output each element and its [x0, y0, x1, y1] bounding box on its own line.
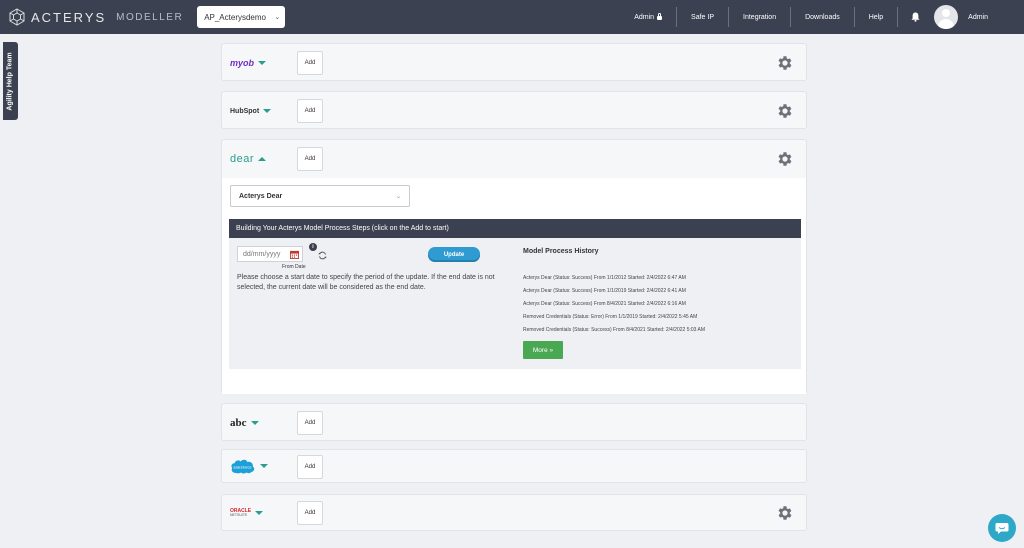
- gear-icon[interactable]: [776, 504, 794, 522]
- connector-toggle-abc[interactable]: abc: [230, 415, 259, 431]
- connector-card-hubspot: HubSpot Add: [221, 91, 807, 129]
- gear-icon[interactable]: [776, 54, 794, 72]
- user-name[interactable]: Admin: [968, 14, 988, 21]
- info-icon[interactable]: i: [309, 243, 317, 251]
- add-button-dear[interactable]: Add: [297, 147, 323, 171]
- add-button-myob[interactable]: Add: [297, 51, 323, 75]
- update-description: Please choose a start date to specify th…: [237, 274, 495, 291]
- nav-right: Admin Safe IP Integration Downloads Help…: [620, 0, 1024, 34]
- history-item: Removed Credentials (Status: Success) Fr…: [523, 327, 706, 333]
- dear-logo: dear: [230, 153, 255, 165]
- history-list: Acterys Dear (Status: Success) From 1/1/…: [523, 272, 795, 337]
- process-steps-panel: dd/mm/yyyy i From Date Update Please cho…: [229, 238, 801, 369]
- add-button-abc[interactable]: Add: [297, 411, 323, 435]
- connector-card-salesforce: salesforce Add: [221, 449, 807, 483]
- history-title: Model Process History: [523, 248, 599, 255]
- hubspot-logo: HubSpot: [230, 107, 260, 115]
- acterys-logo[interactable]: ACTERYS: [8, 8, 106, 26]
- caret-down-icon: [260, 464, 268, 468]
- history-item: Acterys Dear (Status: Success) From 1/1/…: [523, 288, 686, 294]
- top-navigation-bar: ACTERYS MODELLER AP_Acterysdemo ⌄ Admin …: [0, 0, 1024, 34]
- nav-help[interactable]: Help: [855, 7, 899, 27]
- netsuite-logo-text: NETSUITE: [230, 512, 248, 517]
- connector-toggle-hubspot[interactable]: HubSpot: [230, 103, 272, 119]
- nav-safe-ip-label: Safe IP: [691, 13, 715, 21]
- salesforce-logo-text: salesforce: [233, 465, 252, 470]
- caret-down-icon: [255, 511, 264, 515]
- connector-toggle-dear[interactable]: dear: [230, 151, 267, 167]
- chat-widget-button[interactable]: [988, 514, 1016, 542]
- help-team-label: Agility Help Team: [7, 51, 14, 111]
- chevron-down-icon: ⌄: [274, 14, 281, 21]
- chevron-down-icon: ⌄: [395, 193, 401, 200]
- account-select-value: Acterys Dear: [239, 192, 283, 200]
- notifications-bell-icon[interactable]: [906, 7, 924, 27]
- brand-name: ACTERYS: [31, 9, 107, 25]
- history-item: Removed Credentials (Status: Error) From…: [523, 314, 698, 320]
- history-item: Acterys Dear (Status: Success) From 1/1/…: [523, 275, 686, 281]
- process-steps-header: Building Your Acterys Model Process Step…: [229, 219, 801, 238]
- add-button-netsuite[interactable]: Add: [297, 501, 323, 525]
- connector-card-netsuite: ORACLE NETSUITE Add: [221, 494, 807, 531]
- nav-integration-label: Integration: [743, 13, 777, 21]
- caret-up-icon: [258, 157, 267, 161]
- refresh-icon[interactable]: [318, 251, 327, 260]
- nav-safe-ip[interactable]: Safe IP: [677, 7, 730, 27]
- myob-logo: myob: [230, 58, 255, 68]
- gear-icon[interactable]: [776, 150, 794, 168]
- from-date-label: From Date: [282, 264, 306, 270]
- nav-admin[interactable]: Admin: [620, 7, 678, 27]
- connector-toggle-netsuite[interactable]: ORACLE NETSUITE: [230, 505, 264, 521]
- connector-card-dear: dear Add Acterys Dear ⌄ Building Your Ac…: [221, 139, 807, 394]
- model-select[interactable]: AP_Acterysdemo ⌄: [197, 6, 286, 28]
- nav-downloads[interactable]: Downloads: [791, 7, 855, 27]
- caret-down-icon: [258, 61, 267, 65]
- help-team-tab[interactable]: Agility Help Team: [3, 42, 18, 120]
- calendar-icon[interactable]: [290, 250, 299, 259]
- caret-down-icon: [250, 421, 259, 425]
- nav-integration[interactable]: Integration: [729, 7, 792, 27]
- salesforce-logo: salesforce: [231, 459, 255, 474]
- nav-downloads-label: Downloads: [805, 13, 840, 21]
- history-item: Acterys Dear (Status: Success) From 8/4/…: [523, 301, 686, 307]
- connector-toggle-myob[interactable]: myob: [230, 55, 267, 71]
- bell-icon: [911, 12, 920, 22]
- from-date-input[interactable]: dd/mm/yyyy: [237, 246, 303, 262]
- model-select-value: AP_Acterysdemo: [204, 12, 266, 22]
- caret-down-icon: [263, 109, 272, 113]
- nav-admin-label: Admin: [634, 13, 655, 21]
- add-button-hubspot[interactable]: Add: [297, 99, 323, 123]
- update-button[interactable]: Update: [428, 247, 480, 262]
- more-button[interactable]: More »: [523, 341, 563, 359]
- user-avatar[interactable]: [934, 5, 959, 29]
- abc-logo: abc: [230, 417, 247, 429]
- oracle-netsuite-logo: ORACLE NETSUITE: [230, 508, 251, 518]
- connector-toggle-salesforce[interactable]: salesforce: [230, 458, 268, 474]
- acterys-logo-icon: [9, 8, 25, 26]
- gear-icon[interactable]: [776, 102, 794, 120]
- dear-expanded-panel: Acterys Dear ⌄ Building Your Acterys Mod…: [222, 178, 806, 394]
- connector-card-abc: abc Add: [221, 403, 807, 441]
- chat-bubble-icon: [995, 522, 1009, 534]
- product-name: MODELLER: [116, 11, 184, 23]
- nav-help-label: Help: [868, 13, 884, 21]
- add-button-salesforce[interactable]: Add: [297, 455, 323, 479]
- connector-card-myob: myob Add: [221, 43, 807, 81]
- lock-icon: [657, 13, 663, 20]
- date-placeholder: dd/mm/yyyy: [243, 250, 281, 258]
- account-select[interactable]: Acterys Dear ⌄: [230, 185, 410, 207]
